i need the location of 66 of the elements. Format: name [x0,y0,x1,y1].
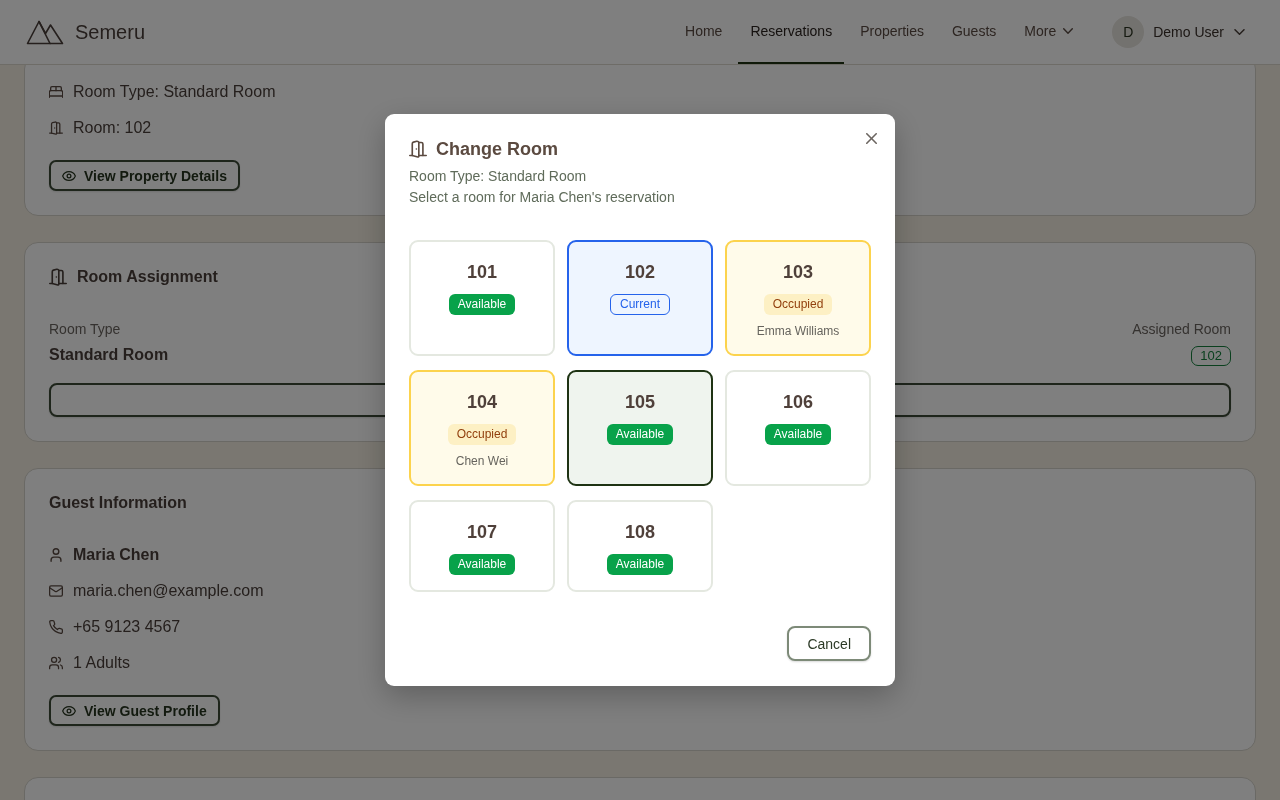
room-number: 102 [624,261,655,284]
room-badge: 102 [1191,346,1231,366]
room-option[interactable]: 105 Available [567,370,713,486]
detail-text: Room Type: Standard Room [73,83,276,101]
detail-text: +65 9123 4567 [73,618,181,636]
chevron-down-icon [1234,29,1245,35]
outlined-button[interactable]: View Property Details [49,160,240,191]
status-badge: Available [606,424,674,445]
room-number: 107 [466,521,497,544]
door-icon [49,121,63,135]
room-option[interactable]: 103 Occupied Emma Williams [725,240,871,356]
bed-icon [49,85,63,99]
room-number: 106 [782,391,813,414]
dialog-subtitle: Room Type: Standard Room [409,167,587,186]
field-value: Standard Room [49,345,169,365]
eye-icon [62,705,76,716]
field-label: Room Type [49,320,121,339]
eye-icon [62,170,76,181]
guest-name: Maria Chen [73,546,160,564]
outlined-button[interactable]: View Guest Profile [49,695,220,726]
field-label: Assigned Room [1132,320,1231,339]
detail-text: 1 Adults [73,654,130,672]
cancel-button[interactable]: Cancel [787,626,871,661]
mail-icon [49,584,63,598]
room-option[interactable]: 108 Available [567,500,713,592]
room-option[interactable]: 104 Occupied Chen Wei [409,370,555,486]
detail-text: maria.chen@example.com [73,582,264,600]
user-menu-button[interactable]: D Demo User [1112,16,1245,48]
dialog-subtitle: Select a room for Maria Chen's reservation [409,188,675,207]
close-icon [865,132,877,144]
status-badge: Available [764,424,832,445]
room-number: 108 [624,521,655,544]
room-option[interactable]: 101 Available [409,240,555,356]
mountain-logo-icon [26,19,64,45]
user-name: Demo User [1153,24,1224,40]
status-badge: Occupied [447,424,517,445]
status-badge: Available [606,554,674,575]
guest-name: Chen Wei [455,453,509,469]
nav-tab[interactable]: Properties [848,0,936,64]
dialog-title: Change Room [436,138,558,160]
card-title: Room Assignment [77,268,218,286]
door-icon [49,268,67,286]
chevron-down-icon [1063,28,1074,34]
people-icon [49,656,63,670]
room-option[interactable]: 107 Available [409,500,555,592]
room-number: 105 [624,391,655,414]
status-badge: Available [448,294,516,315]
person-icon [49,548,63,562]
room-number: 101 [466,261,497,284]
nav-tab[interactable]: Guests [939,0,1009,64]
status-badge: Occupied [763,294,833,315]
nav-tab[interactable]: More [1012,0,1086,64]
room-number: 103 [782,261,813,284]
detail-text: Room: 102 [73,119,152,137]
status-badge: Available [448,554,516,575]
room-number: 104 [466,391,497,414]
room-option[interactable]: 106 Available [725,370,871,486]
room-option[interactable]: 102 Current [567,240,713,356]
status-badge: Current [610,294,670,315]
card-title: Guest Information [49,494,187,512]
guest-name: Emma Williams [756,323,840,339]
nav-tab[interactable]: Home [673,0,735,64]
phone-icon [49,620,63,634]
avatar: D [1112,16,1145,48]
door-icon [409,140,427,158]
brand-name: Semeru [75,20,146,44]
